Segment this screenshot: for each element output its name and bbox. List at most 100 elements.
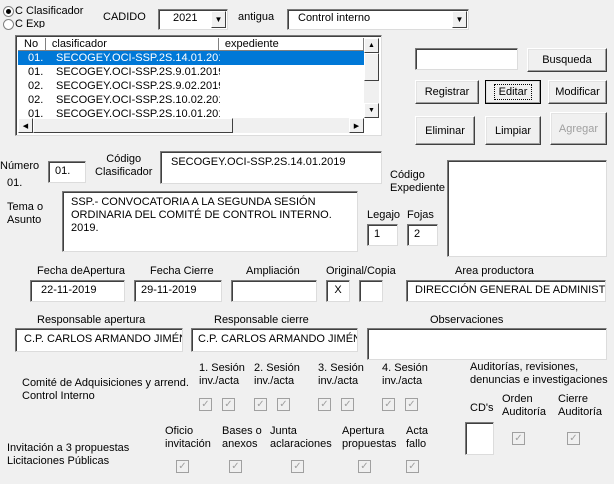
- list-item-clasificador: SECOGEY.OCI-SSP.2S.10.02.2019: [56, 94, 220, 106]
- list-item-clasificador: SECOGEY.OCI-SSP.2S.9.01.2019: [56, 66, 220, 78]
- responsable-cierre-field[interactable]: C.P. CARLOS ARMANDO JIMÉN: [191, 328, 358, 352]
- agregar-button[interactable]: Agregar: [550, 112, 607, 145]
- cierre-auditoria-checkbox[interactable]: ✓: [567, 432, 580, 445]
- antigua-value: Control interno: [298, 12, 371, 24]
- sesion-4-inv-checkbox[interactable]: ✓: [382, 398, 395, 411]
- year-value: 2021: [173, 12, 198, 24]
- registrar-button[interactable]: Registrar: [415, 80, 479, 104]
- scroll-up-icon[interactable]: ▲: [364, 38, 379, 53]
- cds-field[interactable]: [465, 422, 494, 455]
- list-item[interactable]: 02. SECOGEY.OCI-SSP.2S.10.02.2019: [18, 93, 364, 107]
- fecha-cierre-label: Fecha Cierre: [150, 265, 214, 277]
- modificar-button[interactable]: Modificar: [548, 80, 607, 104]
- chevron-down-icon[interactable]: ▼: [211, 11, 226, 28]
- numero-label: Número: [0, 160, 40, 172]
- junta-aclaraciones-label: Junta aclaraciones: [270, 425, 332, 450]
- invitacion-label: Invitación a 3 propuestas Licitaciones P…: [7, 442, 130, 467]
- fecha-apertura-field[interactable]: 22-11-2019: [30, 280, 125, 302]
- list-item-clasificador: SECOGEY.OCI-SSP.2S.9.02.2019: [56, 80, 220, 92]
- tema-label: Tema o Asunto: [7, 201, 44, 226]
- list-header-expediente[interactable]: expediente: [218, 38, 365, 51]
- antigua-select[interactable]: Control interno ▼: [287, 9, 469, 30]
- radio-clasificador[interactable]: [3, 6, 14, 17]
- acta-fallo-label: Acta fallo: [406, 425, 429, 450]
- ampliacion-label: Ampliación: [246, 265, 300, 277]
- oficio-invitacion-label: Oficio invitación: [165, 425, 211, 450]
- list-header-no[interactable]: No: [18, 38, 46, 51]
- fojas-label: Fojas: [407, 209, 434, 221]
- list-vertical-scrollbar[interactable]: ▲ ▼: [364, 38, 379, 118]
- sesion-3-inv-checkbox[interactable]: ✓: [318, 398, 331, 411]
- comite-label: Comité de Adquisiciones y arrend. Contro…: [22, 377, 189, 402]
- observaciones-label: Observaciones: [430, 314, 504, 326]
- copia-field[interactable]: [359, 280, 383, 302]
- bases-anexos-checkbox[interactable]: ✓: [229, 460, 242, 473]
- list-header-clasificador[interactable]: clasificador: [45, 38, 219, 51]
- list-item[interactable]: 01. SECOGEY.OCI-SSP.2S.14.01.2019: [18, 51, 364, 65]
- junta-aclaraciones-checkbox[interactable]: ✓: [291, 460, 304, 473]
- limpiar-button[interactable]: Limpiar: [485, 116, 541, 145]
- fecha-apertura-label: Fecha deApertura: [37, 265, 126, 277]
- auditorias-label: Auditorías, revisiones, denuncias e inve…: [470, 361, 608, 386]
- original-field[interactable]: X: [326, 280, 350, 302]
- legajo-label: Legajo: [367, 209, 401, 221]
- scroll-left-icon[interactable]: ◀: [18, 118, 33, 133]
- codigo-expediente-field[interactable]: [447, 160, 607, 257]
- orden-auditoria-label: Orden Auditoría: [502, 393, 547, 418]
- fojas-field[interactable]: 2: [407, 224, 438, 246]
- responsable-apertura-label: Responsable apertura: [37, 314, 146, 326]
- sesion-2-label: 2. Sesión inv./acta: [254, 362, 300, 387]
- ampliacion-field[interactable]: [231, 280, 317, 302]
- sesion-4-label: 4. Sesión inv./acta: [382, 362, 428, 387]
- search-input[interactable]: [415, 48, 518, 70]
- radio-expediente-label: C Exp: [15, 18, 45, 28]
- radio-clasificador-label: C Clasificador: [15, 5, 84, 17]
- busqueda-button[interactable]: Busqueda: [527, 48, 607, 72]
- list-item[interactable]: 01. SECOGEY.OCI-SSP.2S.9.01.2019: [18, 65, 364, 79]
- sesion-3-acta-checkbox[interactable]: ✓: [341, 398, 354, 411]
- numero-display: 01.: [7, 177, 23, 189]
- oficio-invitacion-checkbox[interactable]: ✓: [176, 460, 189, 473]
- scroll-thumb[interactable]: [364, 53, 379, 81]
- area-productora-field[interactable]: DIRECCIÓN GENERAL DE ADMINISTRA: [406, 280, 606, 302]
- sesion-3-label: 3. Sesión inv./acta: [318, 362, 364, 387]
- editar-button[interactable]: Editar: [485, 80, 541, 104]
- scroll-down-icon[interactable]: ▼: [364, 103, 379, 118]
- sesion-2-acta-checkbox[interactable]: ✓: [277, 398, 290, 411]
- radio-expediente[interactable]: [3, 19, 14, 30]
- list-horizontal-scrollbar[interactable]: ◀ ▶: [18, 118, 364, 133]
- apertura-propuestas-checkbox[interactable]: ✓: [358, 460, 371, 473]
- cadido-label: CADIDO: [103, 11, 146, 23]
- codigo-clasificador-field[interactable]: SECOGEY.OCI-SSP.2S.14.01.2019: [160, 151, 382, 184]
- list-item[interactable]: 02. SECOGEY.OCI-SSP.2S.9.02.2019: [18, 79, 364, 93]
- list-item-no: 02.: [28, 80, 44, 92]
- cds-label: CD's: [470, 402, 494, 414]
- chevron-down-icon[interactable]: ▼: [452, 11, 467, 28]
- antigua-label: antigua: [238, 11, 275, 23]
- fecha-cierre-field[interactable]: 29-11-2019: [134, 280, 222, 302]
- cierre-auditoria-label: Cierre Auditoría: [558, 393, 603, 418]
- area-productora-label: Area productora: [455, 265, 534, 277]
- sesion-4-acta-checkbox[interactable]: ✓: [405, 398, 418, 411]
- tema-field[interactable]: SSP.- CONVOCATORIA A LA SEGUNDA SESIÓN O…: [62, 191, 358, 252]
- sesion-1-inv-checkbox[interactable]: ✓: [199, 398, 212, 411]
- orden-auditoria-checkbox[interactable]: ✓: [512, 432, 525, 445]
- legajo-field[interactable]: 1: [367, 224, 398, 246]
- acta-fallo-checkbox[interactable]: ✓: [406, 460, 419, 473]
- responsable-apertura-field[interactable]: C.P. CARLOS ARMANDO JIMÉN: [15, 328, 183, 352]
- codigo-expediente-label: Código Expediente: [390, 169, 446, 194]
- bases-anexos-label: Bases o anexos: [222, 425, 262, 450]
- list-item-no: 01.: [28, 52, 44, 64]
- numero-field[interactable]: 01.: [48, 161, 86, 183]
- sesion-2-inv-checkbox[interactable]: ✓: [254, 398, 267, 411]
- scroll-thumb[interactable]: [33, 118, 233, 133]
- sesion-1-label: 1. Sesión inv./acta: [199, 362, 245, 387]
- sesion-1-acta-checkbox[interactable]: ✓: [222, 398, 235, 411]
- eliminar-button[interactable]: Eliminar: [415, 116, 475, 145]
- scroll-right-icon[interactable]: ▶: [349, 118, 364, 133]
- year-select[interactable]: 2021 ▼: [158, 9, 228, 30]
- list-header: No clasificador expediente: [18, 38, 365, 51]
- observaciones-field[interactable]: [367, 328, 607, 360]
- codigo-clasificador-label: Código Clasificador: [95, 153, 153, 178]
- records-list[interactable]: No clasificador expediente 01. SECOGEY.O…: [15, 35, 382, 136]
